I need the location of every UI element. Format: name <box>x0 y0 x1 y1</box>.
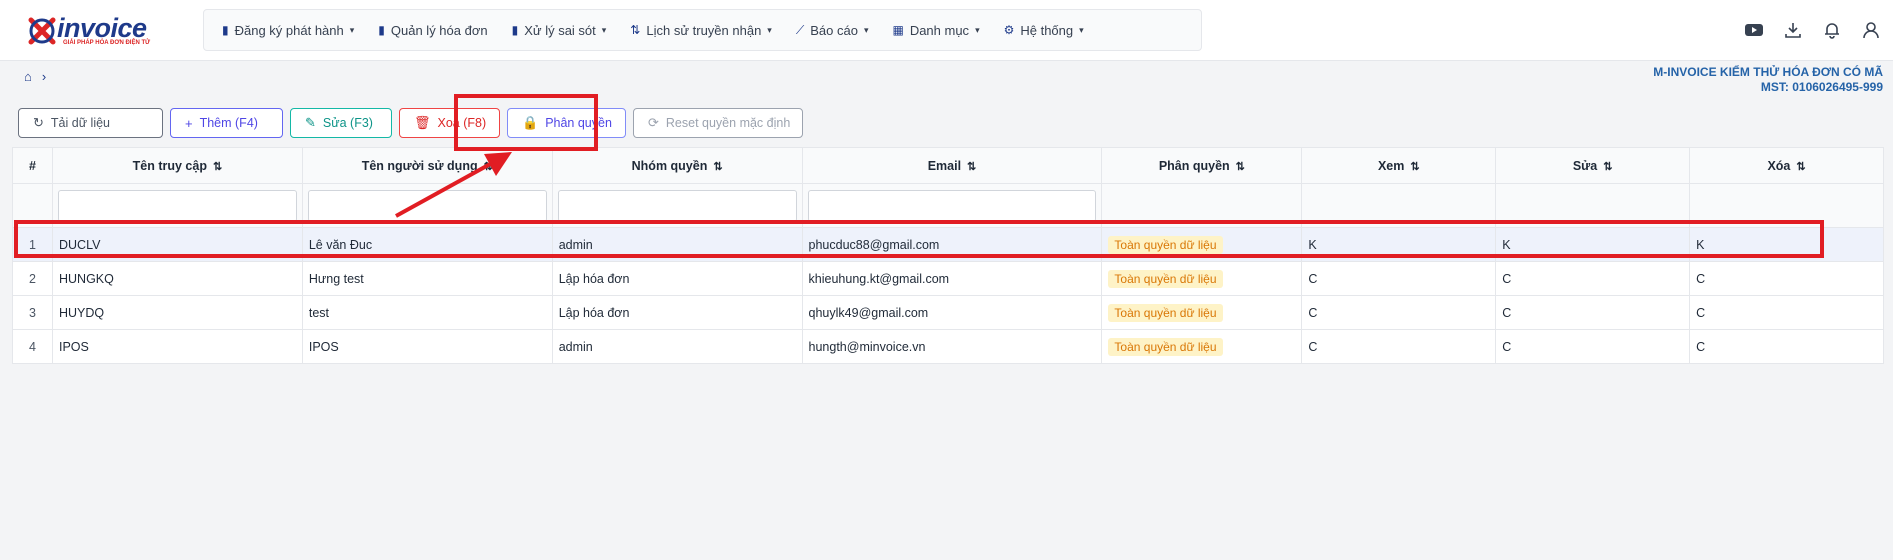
user-table: # Tên truy cập ⇅ Tên người sử dụng ⇅ Nhóm … <box>12 147 1884 364</box>
reset-label: Reset quyền mặc định <box>665 116 791 130</box>
header-actions <box>1727 18 1883 42</box>
col-header-permission[interactable]: Phân quyền ⇅ <box>1101 147 1303 184</box>
sort-icon: ⇅ <box>1235 160 1245 173</box>
home-icon[interactable]: ⌂ <box>24 69 32 84</box>
sort-icon: ⇅ <box>1410 160 1420 173</box>
menu-label: Đăng ký phát hành <box>234 22 344 38</box>
logo-tagline: GIẢI PHÁP HÓA ĐƠN ĐIỆN TỬ <box>63 40 151 46</box>
refresh-label: Tải dữ liệu <box>50 116 110 130</box>
col-header-fullname[interactable]: Tên người sử dụng ⇅ <box>301 147 553 184</box>
pencil-icon: ✎ <box>305 115 316 130</box>
bell-icon[interactable] <box>1820 18 1844 42</box>
edit-label: Sửa (F3) <box>322 116 373 130</box>
permission-label: Phân quyền <box>545 116 612 130</box>
filter-row <box>12 183 1884 228</box>
user-icon[interactable] <box>1859 18 1883 42</box>
menu-label: Danh mục <box>909 22 970 38</box>
file-edit-icon: ▮ <box>511 23 519 37</box>
col-header-group[interactable]: Nhóm quyền ⇅ <box>551 147 803 184</box>
main-menu: ▮ Đăng ký phát hành ▾ ▮ Quản lý hóa đơn … <box>203 9 1202 51</box>
transfer-icon: ⇅ <box>630 23 641 37</box>
table-header-row: # Tên truy cập ⇅ Tên người sử dụng ⇅ Nhóm … <box>12 147 1884 184</box>
menu-label: Báo cáo <box>810 22 858 38</box>
chevron-down-icon: ▾ <box>349 24 355 35</box>
sort-icon: ⇅ <box>713 160 723 173</box>
youtube-icon[interactable] <box>1742 18 1766 42</box>
menu-bao-cao[interactable]: ⟋ Báo cáo ▾ <box>796 23 869 38</box>
refresh-button[interactable]: ↻ Tải dữ liệu <box>18 108 163 138</box>
sort-icon: ⇅ <box>1603 160 1613 173</box>
col-header-view[interactable]: Xem ⇅ <box>1301 147 1497 184</box>
chevron-right-icon: › <box>41 69 47 84</box>
permission-badge: Toàn quyền dữ liệu <box>1108 269 1223 288</box>
delete-button[interactable]: 🗑 Xoá (F8) <box>399 108 500 138</box>
gear-icon: ⚙ <box>1003 23 1015 37</box>
table-row[interactable]: 1 DUCLV Lê văn Đuc admin phucduc88@gmail… <box>12 227 1884 262</box>
file-doc-icon: ▮ <box>222 23 229 37</box>
plus-icon: + <box>185 115 193 131</box>
toolbar: ↻ Tải dữ liệu + Thêm (F4) ✎ Sửa (F3) 🗑 X… <box>18 108 810 140</box>
chevron-down-icon: ▾ <box>863 24 869 35</box>
download-icon[interactable] <box>1781 18 1805 42</box>
company-info: M-INVOICE KIỂM THỬ HÓA ĐƠN CÓ MÃ MST: 01… <box>1653 65 1883 95</box>
permission-badge: Toàn quyền dữ liệu <box>1108 235 1223 254</box>
menu-he-thong[interactable]: ⚙ Hệ thống ▾ <box>1004 23 1084 38</box>
menu-label: Hệ thống <box>1020 22 1074 38</box>
menu-label: Lịch sử truyền nhận <box>646 22 762 38</box>
logo[interactable]: invoice GIẢI PHÁP HÓA ĐƠN ĐIỆN TỬ <box>25 10 165 50</box>
edit-button[interactable]: ✎ Sửa (F3) <box>290 108 392 138</box>
permission-badge: Toàn quyền dữ liệu <box>1108 303 1223 322</box>
sort-icon: ⇅ <box>1796 160 1806 173</box>
lock-icon: 🔒 <box>522 115 539 130</box>
refresh-icon: ↻ <box>33 115 44 130</box>
top-header: invoice GIẢI PHÁP HÓA ĐƠN ĐIỆN TỬ ▮ Đăng… <box>0 0 1893 61</box>
col-header-email[interactable]: Email ⇅ <box>801 147 1103 184</box>
company-name: M-INVOICE KIỂM THỬ HÓA ĐƠN CÓ MÃ <box>1653 65 1883 79</box>
menu-label: Quản lý hóa đơn <box>390 22 488 38</box>
file-icon: ▮ <box>378 23 385 37</box>
chart-icon: ⟋ <box>795 22 805 37</box>
breadcrumb: ⌂ › <box>24 69 56 84</box>
grid-icon: ▦ <box>892 23 904 37</box>
menu-lich-su-truyen-nhan[interactable]: ⇅ Lịch sử truyền nhận ▾ <box>630 23 772 38</box>
menu-danh-muc[interactable]: ▦ Danh mục ▾ <box>892 23 979 38</box>
chevron-down-icon: ▾ <box>767 24 772 35</box>
filter-email-input[interactable] <box>807 189 1097 222</box>
add-label: Thêm (F4) <box>199 116 258 130</box>
sort-icon: ⇅ <box>212 160 223 173</box>
chevron-down-icon: ▾ <box>1079 24 1084 35</box>
table-row[interactable]: 2 HUNGKQ Hưng test Lập hóa đơn khieuhung… <box>12 261 1884 296</box>
col-header-delete[interactable]: Xóa ⇅ <box>1689 147 1884 184</box>
trash-icon: 🗑 <box>414 115 431 130</box>
permission-badge: Toàn quyền dữ liệu <box>1108 337 1223 356</box>
reset-permission-button[interactable]: ⟳ Reset quyền mặc định <box>633 108 803 138</box>
sort-icon: ⇅ <box>483 160 493 173</box>
company-tax: MST: 0106026495-999 <box>1760 80 1883 94</box>
sort-icon: ⇅ <box>967 160 977 173</box>
menu-label: Xử lý sai sót <box>524 22 596 38</box>
filter-fullname-input[interactable] <box>307 189 547 222</box>
col-header-username[interactable]: Tên truy cập ⇅ <box>51 147 303 184</box>
menu-quan-ly-hoa-don[interactable]: ▮ Quản lý hóa đơn <box>378 23 487 38</box>
filter-group-input[interactable] <box>557 189 797 222</box>
filter-username-input[interactable] <box>57 189 297 222</box>
col-header-index: # <box>12 147 53 184</box>
table-row[interactable]: 4 IPOS IPOS admin hungth@minvoice.vn Toà… <box>12 329 1884 364</box>
sync-icon: ⟳ <box>648 115 659 130</box>
table-row[interactable]: 3 HUYDQ test Lập hóa đơn qhuylk49@gmail.… <box>12 295 1884 330</box>
permission-button[interactable]: 🔒 Phân quyền <box>507 108 626 138</box>
menu-xu-ly-sai-sot[interactable]: ▮ Xử lý sai sót ▾ <box>512 23 607 38</box>
col-header-edit[interactable]: Sửa ⇅ <box>1495 147 1691 184</box>
chevron-down-icon: ▾ <box>975 24 980 35</box>
chevron-down-icon: ▾ <box>601 24 607 35</box>
menu-dang-ky-phat-hanh[interactable]: ▮ Đăng ký phát hành ▾ <box>222 23 354 38</box>
delete-label: Xoá (F8) <box>437 116 487 130</box>
add-button[interactable]: + Thêm (F4) <box>170 108 283 138</box>
logo-mark-icon <box>28 17 56 45</box>
